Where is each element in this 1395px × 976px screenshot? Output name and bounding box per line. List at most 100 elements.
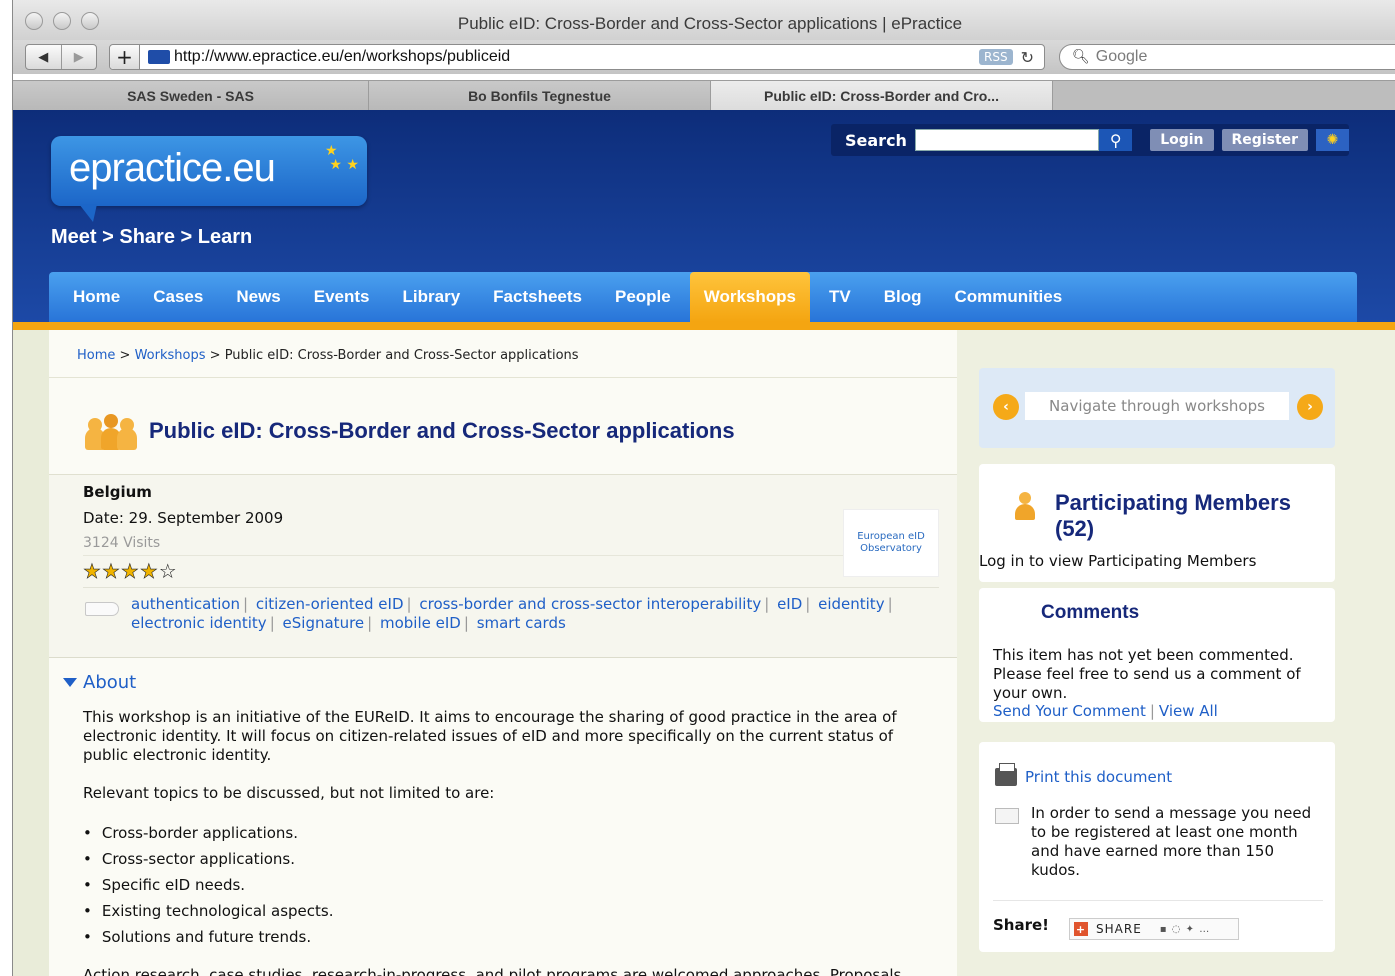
about-paragraph: Relevant topics to be discussed, but not… (83, 784, 495, 802)
tools-box: Print this document In order to send a m… (979, 742, 1335, 952)
nav-communities[interactable]: Communities (955, 272, 1063, 322)
tag-link[interactable]: electronic identity (131, 614, 267, 632)
login-button[interactable]: Login (1150, 129, 1214, 151)
previous-workshop-button[interactable]: ‹ (993, 394, 1019, 420)
workshop-info: Belgium Date: 29. September 2009 3124 Vi… (49, 475, 957, 657)
print-row[interactable]: Print this document (995, 763, 1172, 786)
tab-public-eid[interactable]: Public eID: Cross-Border and Cro... (711, 81, 1053, 111)
star-icon[interactable]: ★ (121, 559, 140, 584)
navigator-label: Navigate through workshops (1025, 392, 1289, 420)
tag-link[interactable]: smart cards (477, 614, 566, 632)
tag-link[interactable]: citizen-oriented eID (256, 595, 404, 613)
forward-button[interactable]: ▶ (60, 45, 97, 69)
tag-link[interactable]: authentication (131, 595, 240, 613)
eu-stars-icon[interactable]: ✺ (1316, 129, 1350, 151)
list-item: Cross-border applications. (83, 820, 333, 846)
workshop-country: Belgium (83, 483, 152, 501)
site-search-input[interactable] (914, 129, 1100, 151)
divider (993, 900, 1323, 901)
top-utility-bar: Search ⚲ Login Register ✺ (831, 124, 1350, 156)
star-empty-icon[interactable]: ☆ (159, 559, 178, 583)
message-note: In order to send a message you need to b… (1031, 804, 1312, 879)
nav-news[interactable]: News (236, 272, 280, 322)
about-paragraph: Action research, case studies, research-… (83, 966, 902, 976)
about-paragraph: This workshop is an initiative of the EU… (83, 708, 897, 764)
nav-people[interactable]: People (615, 272, 671, 322)
site-logo[interactable]: epractice.eu ★ ★ ★ (51, 136, 367, 206)
list-item: Existing technological aspects. (83, 898, 334, 924)
browser-toolbar: ◀ ▶ + http://www.epractice.eu/en/worksho… (13, 40, 1395, 74)
collapse-triangle-icon (63, 678, 77, 687)
tag-link[interactable]: eID (777, 595, 802, 613)
comment-links: Send Your Comment | View All (993, 702, 1218, 720)
title-bar: Public eID: Cross-Border and Cross-Secto… (13, 0, 1395, 44)
tag-icon (85, 602, 119, 616)
reload-icon[interactable]: ↻ (1021, 48, 1034, 67)
members-title: Participating Members (52) (1055, 490, 1291, 541)
nav-home[interactable]: Home (73, 272, 120, 322)
view-all-comments-link[interactable]: View All (1159, 702, 1218, 720)
logo-stars-icon: ★ ★ ★ (324, 143, 359, 173)
nav-blog[interactable]: Blog (884, 272, 922, 322)
next-workshop-button[interactable]: › (1297, 394, 1323, 420)
divider (83, 587, 939, 588)
divider (83, 555, 843, 556)
nav-factsheets[interactable]: Factsheets (493, 272, 582, 322)
rating-stars[interactable]: ★★★★☆ (83, 559, 178, 584)
breadcrumb-workshops[interactable]: Workshops (135, 348, 206, 363)
star-icon[interactable]: ★ (140, 559, 159, 584)
organizer-logo: European eID Observatory (843, 509, 939, 577)
back-button[interactable]: ◀ (26, 45, 61, 69)
about-heading: About (83, 672, 137, 693)
nav-events[interactable]: Events (314, 272, 370, 322)
star-icon[interactable]: ★ (83, 559, 102, 584)
browser-window: Public eID: Cross-Border and Cross-Secto… (12, 0, 1395, 976)
tag-link[interactable]: eidentity (818, 595, 884, 613)
comments-box: Comments This item has not yet been comm… (979, 588, 1335, 722)
print-link[interactable]: Print this document (1025, 768, 1172, 786)
tab-bo-bonfils[interactable]: Bo Bonfils Tegnestue (369, 81, 711, 111)
participating-members-box: Participating Members (52) Log in to vie… (979, 464, 1335, 582)
send-comment-link[interactable]: Send Your Comment (993, 702, 1146, 720)
site-favicon-icon (148, 50, 170, 64)
history-buttons: ◀ ▶ (25, 44, 97, 70)
nav-tv[interactable]: TV (829, 272, 851, 322)
breadcrumb-home[interactable]: Home (77, 348, 115, 363)
share-button[interactable]: + SHARE ▪ ◌ ✦ … (1069, 918, 1239, 940)
comments-text: This item has not yet been commented. Pl… (993, 646, 1301, 702)
site-header: epractice.eu ★ ★ ★ Meet > Share > Learn … (13, 110, 1395, 331)
register-button[interactable]: Register (1221, 129, 1309, 151)
about-toggle[interactable]: About (63, 672, 136, 693)
workshop-navigator: ‹ Navigate through workshops › (979, 368, 1335, 448)
breadcrumb-current: Public eID: Cross-Border and Cross-Secto… (224, 348, 579, 363)
logo-text: epractice.eu (69, 146, 276, 190)
nav-workshops[interactable]: Workshops (689, 272, 810, 322)
list-item: Solutions and future trends. (83, 924, 333, 950)
url-text[interactable]: http://www.epractice.eu/en/workshops/pub… (174, 48, 979, 66)
page-title: Public eID: Cross-Border and Cross-Secto… (149, 418, 735, 443)
list-item: Specific eID needs. (83, 872, 333, 898)
add-bookmark-button[interactable]: + (110, 45, 140, 69)
web-page: epractice.eu ★ ★ ★ Meet > Share > Learn … (13, 110, 1395, 976)
sidebar: ‹ Navigate through workshops › Participa… (957, 330, 1395, 976)
browser-search-field[interactable]: 🔍︎ Google (1059, 44, 1395, 70)
address-bar[interactable]: + http://www.epractice.eu/en/workshops/p… (109, 44, 1045, 70)
share-button-label: SHARE (1096, 922, 1142, 936)
nav-library[interactable]: Library (403, 272, 461, 322)
breadcrumb-separator: > (119, 348, 131, 363)
tab-sas-sweden[interactable]: SAS Sweden - SAS (13, 81, 369, 111)
tag-link[interactable]: cross-border and cross-sector interopera… (419, 595, 761, 613)
workshop-date: Date: 29. September 2009 (83, 509, 284, 527)
visit-count: 3124 Visits (83, 535, 161, 551)
share-label: Share! (993, 916, 1050, 934)
divider (49, 657, 957, 658)
tag-link[interactable]: eSignature (283, 614, 365, 632)
comments-title: Comments (1041, 602, 1140, 623)
nav-cases[interactable]: Cases (153, 272, 203, 322)
tag-link[interactable]: mobile eID (380, 614, 461, 632)
site-search-button[interactable]: ⚲ (1099, 129, 1133, 151)
members-note: Log in to view Participating Members (979, 552, 1257, 570)
star-icon[interactable]: ★ (102, 559, 121, 584)
logo-tail (79, 204, 97, 222)
rss-button[interactable]: RSS (979, 49, 1013, 65)
